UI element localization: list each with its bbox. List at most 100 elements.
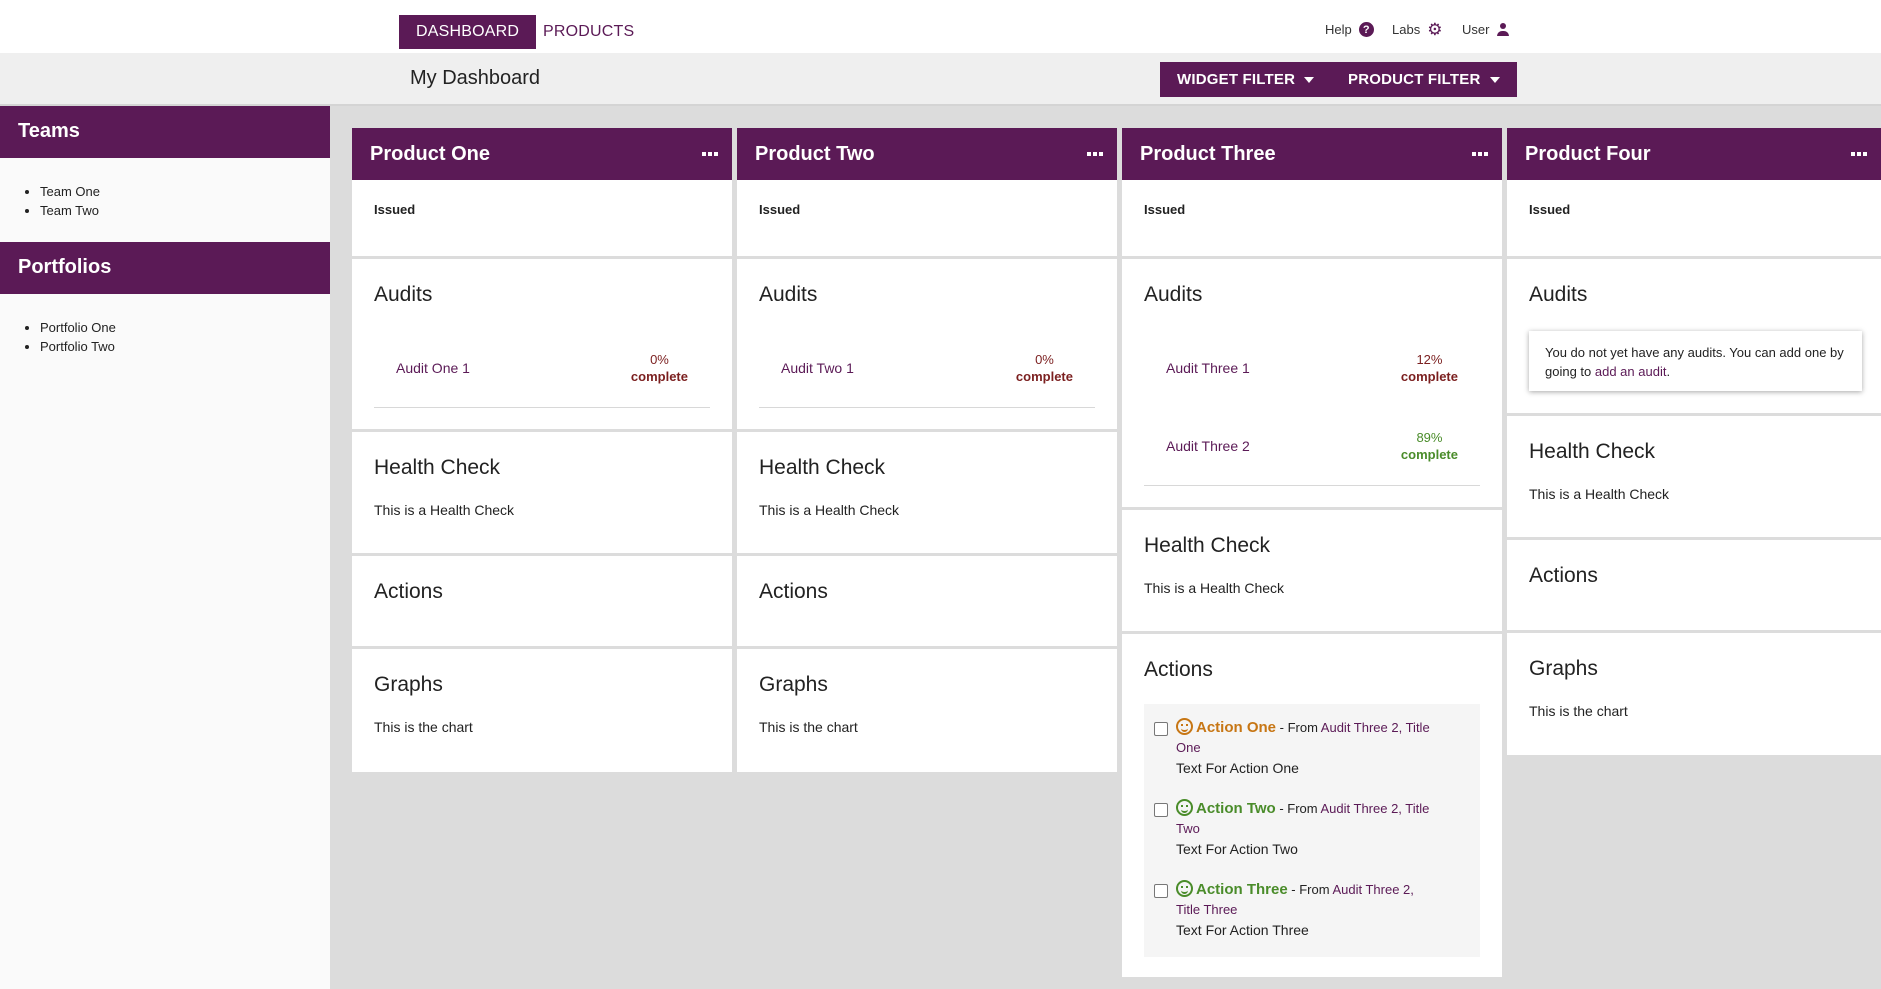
product-card-header: Product One	[352, 128, 732, 180]
teams-heading: Teams	[0, 106, 330, 158]
empty-audits-notice: You do not yet have any audits. You can …	[1529, 331, 1862, 391]
action-text: Text For Action Two	[1176, 841, 1298, 857]
health-check-title: Health Check	[1144, 534, 1271, 557]
health-check-text: This is a Health Check	[759, 502, 900, 518]
actions-panel: Actions	[352, 556, 732, 646]
tab-dashboard[interactable]: DASHBOARD	[399, 15, 537, 49]
widget-filter-label: WIDGET FILTER	[1177, 71, 1296, 88]
portfolios-heading: Portfolios	[0, 242, 330, 294]
graphs-title: Graphs	[374, 673, 443, 696]
widget-filter-button[interactable]: WIDGET FILTER	[1160, 62, 1332, 97]
product-card-two: Product Two Issued Audits Audit Two 1 0%…	[737, 128, 1117, 775]
action-source-link[interactable]: Audit Three 2, Title	[1321, 720, 1430, 735]
audit-name[interactable]: Audit Two 1	[781, 360, 854, 376]
actions-panel: Actions	[737, 556, 1117, 646]
audit-progress: 89% complete	[1401, 429, 1458, 463]
graphs-panel: Graphs This is the chart	[737, 649, 1117, 772]
action-source-link-cont[interactable]: Title Three	[1176, 902, 1237, 917]
issued-panel: Issued	[737, 180, 1117, 256]
health-check-panel: Health Check This is a Health Check	[737, 432, 1117, 553]
smile-face-icon	[1176, 799, 1193, 816]
labs-link[interactable]: Labs ⚙	[1392, 20, 1443, 39]
action-source-link-cont[interactable]: Two	[1176, 821, 1200, 836]
issued-panel: Issued	[1122, 180, 1502, 256]
sidebar-item-team-one[interactable]: Team One	[40, 182, 330, 201]
audits-panel: Audits Audit Two 1 0% complete	[737, 259, 1117, 429]
audit-row[interactable]: Audit Three 1 12% complete	[1144, 329, 1480, 407]
gear-icon: ⚙	[1427, 20, 1443, 39]
audits-title: Audits	[1529, 283, 1588, 306]
audit-percent: 0%	[650, 352, 669, 367]
product-card-four: Product Four Issued Audits You do not ye…	[1507, 128, 1881, 758]
audits-title: Audits	[374, 283, 433, 306]
action-name: Action Three	[1196, 881, 1288, 898]
audits-title: Audits	[1144, 283, 1203, 306]
user-icon	[1496, 22, 1510, 37]
health-check-text: This is a Health Check	[1529, 486, 1670, 502]
issued-panel: Issued	[352, 180, 732, 256]
user-menu[interactable]: User	[1462, 22, 1510, 37]
caret-down-icon	[1489, 77, 1500, 84]
audit-list: Audit Two 1 0% complete	[759, 329, 1095, 408]
health-check-text: This is a Health Check	[374, 502, 515, 518]
action-text: Text For Action Three	[1176, 922, 1309, 938]
help-icon: ?	[1358, 22, 1374, 37]
actions-title: Actions	[1529, 564, 1598, 587]
audit-name[interactable]: Audit Three 2	[1166, 438, 1250, 454]
audit-row[interactable]: Audit One 1 0% complete	[374, 329, 710, 407]
actions-title: Actions	[1144, 658, 1213, 681]
action-checkbox[interactable]	[1154, 722, 1168, 736]
neutral-face-icon	[1176, 718, 1193, 735]
action-name: Action One	[1196, 719, 1277, 736]
action-text: Text For Action One	[1176, 760, 1299, 776]
audit-status: complete	[630, 369, 688, 384]
action-checkbox[interactable]	[1154, 884, 1168, 898]
audit-row[interactable]: Audit Three 2 89% complete	[1144, 407, 1480, 485]
audit-list: Audit One 1 0% complete	[374, 329, 710, 408]
product-filter-button[interactable]: PRODUCT FILTER	[1331, 62, 1517, 97]
sidebar-item-team-two[interactable]: Team Two	[40, 201, 330, 220]
action-source-link-cont[interactable]: One	[1176, 740, 1201, 755]
audit-list: Audit Three 1 12% complete Audit Three 2…	[1144, 329, 1480, 486]
audit-name[interactable]: Audit Three 1	[1166, 360, 1250, 376]
help-label: Help	[1325, 22, 1352, 37]
issued-panel: Issued	[1507, 180, 1881, 256]
graphs-panel: Graphs This is the chart	[352, 649, 732, 772]
audit-percent: 0%	[1035, 352, 1054, 367]
help-link[interactable]: Help ?	[1325, 22, 1374, 37]
audits-panel: Audits Audit Three 1 12% complete Audit …	[1122, 259, 1502, 507]
more-menu-icon[interactable]	[702, 152, 718, 156]
sidebar-item-portfolio-one[interactable]: Portfolio One	[40, 318, 330, 337]
product-title: Product Three	[1140, 142, 1276, 165]
actions-title: Actions	[759, 580, 828, 603]
action-name: Action Two	[1196, 800, 1276, 817]
action-source-link[interactable]: Audit Three 2, Title	[1321, 801, 1430, 816]
widget-board: Product One Issued Audits Audit One 1 0%…	[330, 106, 1881, 989]
top-nav: DASHBOARD PRODUCTS Help ? Labs ⚙ User	[0, 0, 1881, 53]
action-body: Action One - From Audit Three 2, Title O…	[1176, 718, 1430, 779]
health-check-title: Health Check	[759, 456, 886, 479]
audit-status: complete	[1400, 369, 1458, 384]
sidebar-item-portfolio-two[interactable]: Portfolio Two	[40, 337, 330, 356]
smile-face-icon	[1176, 880, 1193, 897]
graphs-title: Graphs	[1529, 657, 1598, 680]
action-checkbox[interactable]	[1154, 803, 1168, 817]
empty-audits-suffix: .	[1666, 364, 1671, 379]
product-title: Product Two	[755, 142, 875, 165]
product-filter-label: PRODUCT FILTER	[1348, 71, 1481, 88]
action-list: Action One - From Audit Three 2, Title O…	[1144, 704, 1480, 957]
add-audit-link[interactable]: add an audit	[1595, 364, 1667, 379]
audit-percent: 89%	[1416, 430, 1443, 445]
graphs-title: Graphs	[759, 673, 828, 696]
more-menu-icon[interactable]	[1472, 152, 1488, 156]
graphs-text: This is the chart	[1529, 703, 1628, 719]
audit-name[interactable]: Audit One 1	[396, 360, 470, 376]
action-from: - From	[1276, 720, 1321, 735]
more-menu-icon[interactable]	[1851, 152, 1867, 156]
sidebar: Teams Team One Team Two Portfolios Portf…	[0, 106, 330, 989]
product-card-header: Product Four	[1507, 128, 1881, 180]
more-menu-icon[interactable]	[1087, 152, 1103, 156]
audit-row[interactable]: Audit Two 1 0% complete	[759, 329, 1095, 407]
tab-products[interactable]: PRODUCTS	[526, 15, 651, 49]
action-source-link[interactable]: Audit Three 2,	[1332, 882, 1413, 897]
